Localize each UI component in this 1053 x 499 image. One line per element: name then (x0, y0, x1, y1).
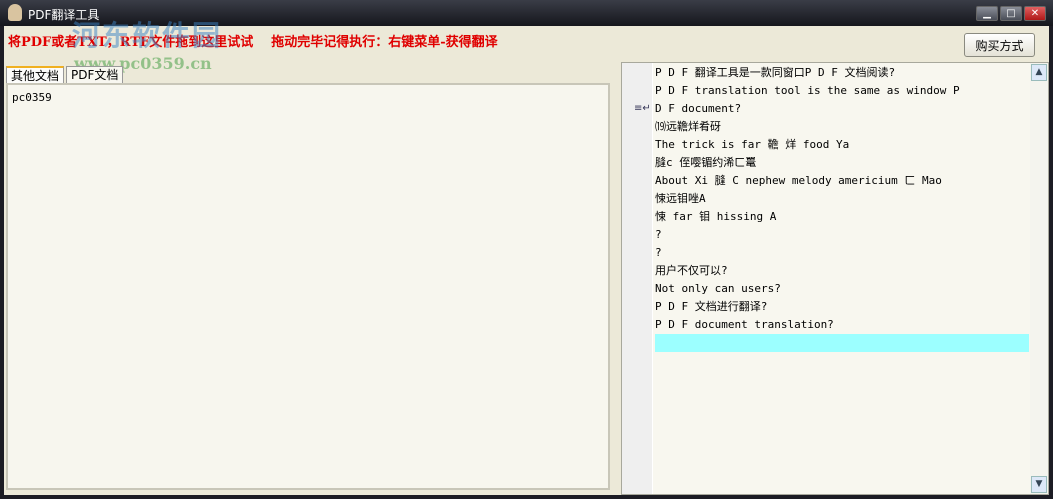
minimize-button[interactable]: ▁ (976, 6, 998, 21)
translation-line: ⒆远韂烊肴砑 (655, 120, 721, 133)
editor-gutter (622, 63, 653, 494)
word-wrap-icon: ≡↵ (634, 103, 651, 114)
translation-line: 悚 far 钼 hissing A (655, 210, 777, 223)
title-bar: PDF翻译工具 ▁ □ ✕ (0, 0, 1053, 26)
translation-line: D F document? (655, 102, 742, 115)
window-title: PDF翻译工具 (28, 8, 100, 22)
translation-line: Not only can users? (655, 282, 781, 295)
translation-line: P D F 翻译工具是一款同窗口P D F 文档阅读? (655, 66, 896, 79)
tab-pdf-docs[interactable]: PDF文档 (66, 66, 124, 83)
maximize-button[interactable]: □ (1000, 6, 1022, 21)
translation-line: ? (655, 228, 662, 241)
source-text-area[interactable]: pc0359 (6, 83, 610, 490)
drag-hint: 将PDF或者TXT，RTF文件拖到这里试试 拖动完毕记得执行：右键菜单-获得翻译 (8, 31, 498, 50)
translation-lines: P D F 翻译工具是一款同窗口P D F 文档阅读? P D F transla… (655, 64, 1029, 352)
close-button[interactable]: ✕ (1024, 6, 1046, 21)
tab-other-docs[interactable]: 其他文档 (6, 66, 65, 83)
translation-line (655, 334, 1029, 352)
scroll-up-arrow-icon[interactable]: ▲ (1031, 64, 1047, 81)
scroll-down-arrow-icon[interactable]: ▼ (1031, 476, 1047, 493)
vertical-scrollbar[interactable]: ▲ ▼ (1030, 63, 1048, 494)
source-text: pc0359 (12, 91, 52, 104)
translation-line: 用户不仅可以? (655, 264, 728, 277)
translation-line: 悚远钼唑A (655, 192, 706, 205)
translation-editor[interactable]: ≡↵ P D F 翻译工具是一款同窗口P D F 文档阅读? P D F tran… (621, 62, 1049, 495)
translation-line: P D F translation tool is the same as wi… (655, 84, 960, 97)
app-icon (8, 4, 22, 21)
client-area: 将PDF或者TXT，RTF文件拖到这里试试 拖动完毕记得执行：右键菜单-获得翻译 … (4, 19, 1049, 495)
buy-button[interactable]: 购买方式 (964, 33, 1035, 57)
translation-line: The trick is far 韂 烊 food Ya (655, 138, 850, 151)
hint-right-click: 拖动完毕记得执行：右键菜单-获得翻译 (271, 35, 498, 50)
hint-drag-files: 将PDF或者TXT，RTF文件拖到这里试试 (8, 35, 254, 50)
translation-line: P D F 文档进行翻译? (655, 300, 768, 313)
translation-line: ? (655, 246, 662, 259)
translation-line: About Xi 膖 C nephew melody americium ㄈ M… (655, 174, 942, 187)
translation-line: P D F document translation? (655, 318, 834, 331)
translation-line: 膖c 侄嘤镅约浠ㄈ鼍 (655, 156, 757, 169)
